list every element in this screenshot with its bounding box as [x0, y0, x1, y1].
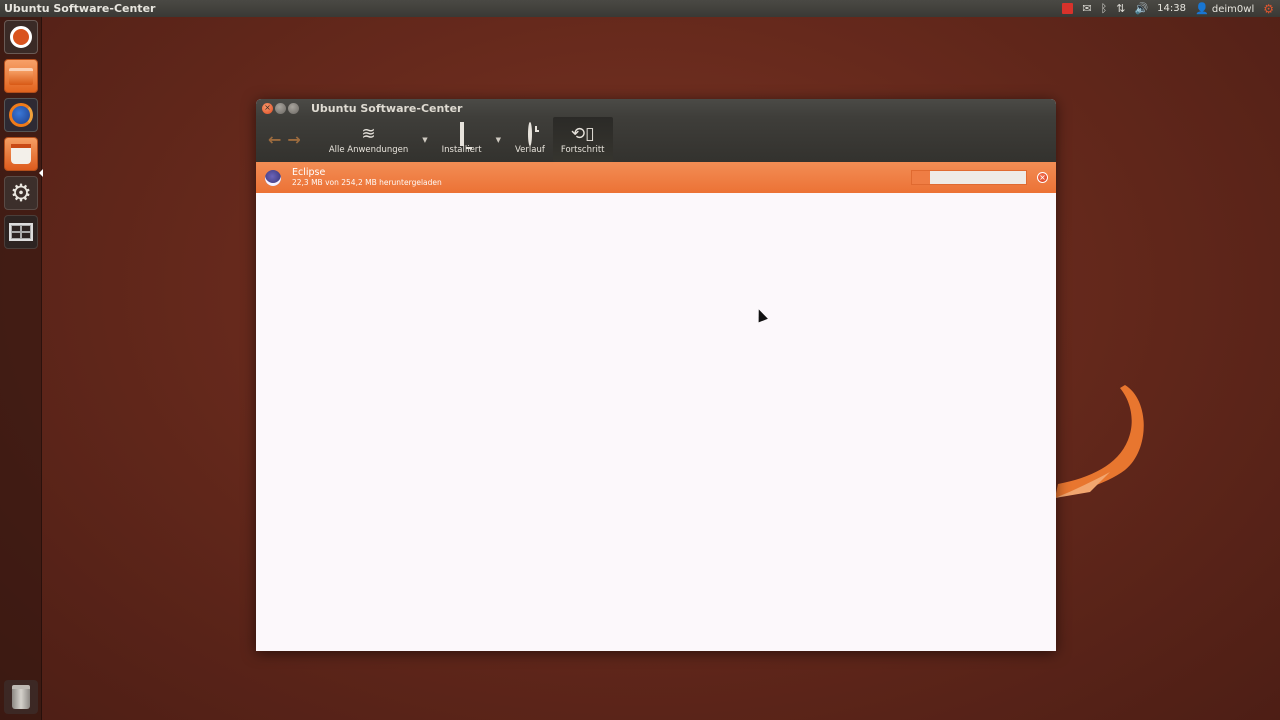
window-titlebar[interactable]: × Ubuntu Software-Center: [256, 99, 1056, 117]
toolbar: ← → ≋ Alle Anwendungen ▼ Installiert ▼ V…: [256, 117, 1056, 162]
eclipse-icon: [265, 169, 281, 186]
clock-icon: [527, 121, 532, 146]
sync-progress-icon: ⟲▯: [570, 123, 595, 144]
history-button[interactable]: Verlauf: [507, 117, 553, 162]
window-maximize-button[interactable]: [288, 102, 299, 114]
download-info: Eclipse 22,3 MB von 254,2 MB heruntergel…: [292, 167, 442, 188]
software-center-icon: [11, 144, 31, 164]
firefox-icon: [9, 103, 33, 127]
top-panel: Ubuntu Software-Center ✉ ᛒ ⇅ 🔊 14:38 👤 d…: [0, 0, 1280, 17]
installed-button[interactable]: Installiert: [434, 117, 490, 162]
launcher: ⚙: [0, 17, 43, 720]
files-icon: [9, 67, 33, 85]
window-title: Ubuntu Software-Center: [311, 101, 463, 115]
network-icon[interactable]: ⇅: [1116, 2, 1125, 15]
trash-launcher[interactable]: [4, 680, 38, 714]
user-menu[interactable]: 👤 deim0wl: [1195, 2, 1254, 15]
dash-home-button[interactable]: [4, 20, 38, 54]
download-progress-bar: [911, 170, 1027, 185]
volume-icon[interactable]: 🔊: [1134, 2, 1148, 15]
bluetooth-icon[interactable]: ᛒ: [1101, 2, 1108, 15]
user-name: deim0wl: [1211, 4, 1255, 15]
workspace-switcher-launcher[interactable]: [4, 215, 38, 249]
clock-text[interactable]: 14:38: [1157, 3, 1186, 14]
installed-label: Installiert: [441, 144, 482, 155]
software-center-window: × Ubuntu Software-Center ← → ≋ Alle Anwe…: [256, 99, 1056, 651]
progress-button[interactable]: ⟲▯ Fortschritt: [552, 117, 613, 162]
user-icon: 👤: [1195, 2, 1209, 15]
cancel-download-button[interactable]: ×: [1037, 172, 1048, 183]
all-apps-dropdown-icon[interactable]: ▼: [422, 136, 427, 144]
history-label: Verlauf: [515, 144, 545, 155]
back-arrow-icon[interactable]: ←: [268, 130, 281, 149]
package-name: Eclipse: [292, 167, 326, 178]
trash-icon: [12, 685, 30, 709]
files-launcher[interactable]: [4, 59, 38, 93]
forward-arrow-icon[interactable]: →: [287, 130, 300, 149]
download-status: 22,3 MB von 254,2 MB heruntergeladen: [292, 178, 442, 187]
all-apps-button[interactable]: ≋ Alle Anwendungen: [321, 117, 416, 162]
session-gear-icon[interactable]: ⚙: [1263, 2, 1274, 16]
software-center-launcher[interactable]: [4, 137, 38, 171]
indicator-red-icon[interactable]: [1062, 3, 1074, 14]
nav-arrows: ← →: [268, 130, 301, 149]
installed-dropdown-icon[interactable]: ▼: [496, 136, 501, 144]
system-settings-icon: ⚙: [10, 179, 32, 207]
progress-fill: [912, 171, 931, 184]
window-close-button[interactable]: ×: [262, 102, 273, 114]
running-indicator: [39, 169, 43, 177]
workspace-switcher-icon: [9, 223, 33, 241]
system-settings-launcher[interactable]: ⚙: [4, 176, 38, 210]
wallpaper-cat-tail: [1055, 385, 1144, 498]
stack-icon: ≋: [361, 123, 376, 144]
dash-home-icon: [10, 26, 32, 48]
mail-icon[interactable]: ✉: [1082, 2, 1091, 15]
firefox-launcher[interactable]: [4, 98, 38, 132]
content-area: [256, 193, 1056, 651]
window-minimize-button[interactable]: [275, 102, 286, 114]
active-app-title: Ubuntu Software-Center: [4, 2, 156, 15]
progress-label: Fortschritt: [560, 144, 605, 155]
monitor-icon: [459, 121, 464, 146]
system-tray: ✉ ᛒ ⇅ 🔊 14:38 👤 deim0wl ⚙: [1062, 2, 1280, 16]
all-apps-label: Alle Anwendungen: [328, 144, 409, 155]
download-row[interactable]: Eclipse 22,3 MB von 254,2 MB heruntergel…: [256, 162, 1056, 193]
